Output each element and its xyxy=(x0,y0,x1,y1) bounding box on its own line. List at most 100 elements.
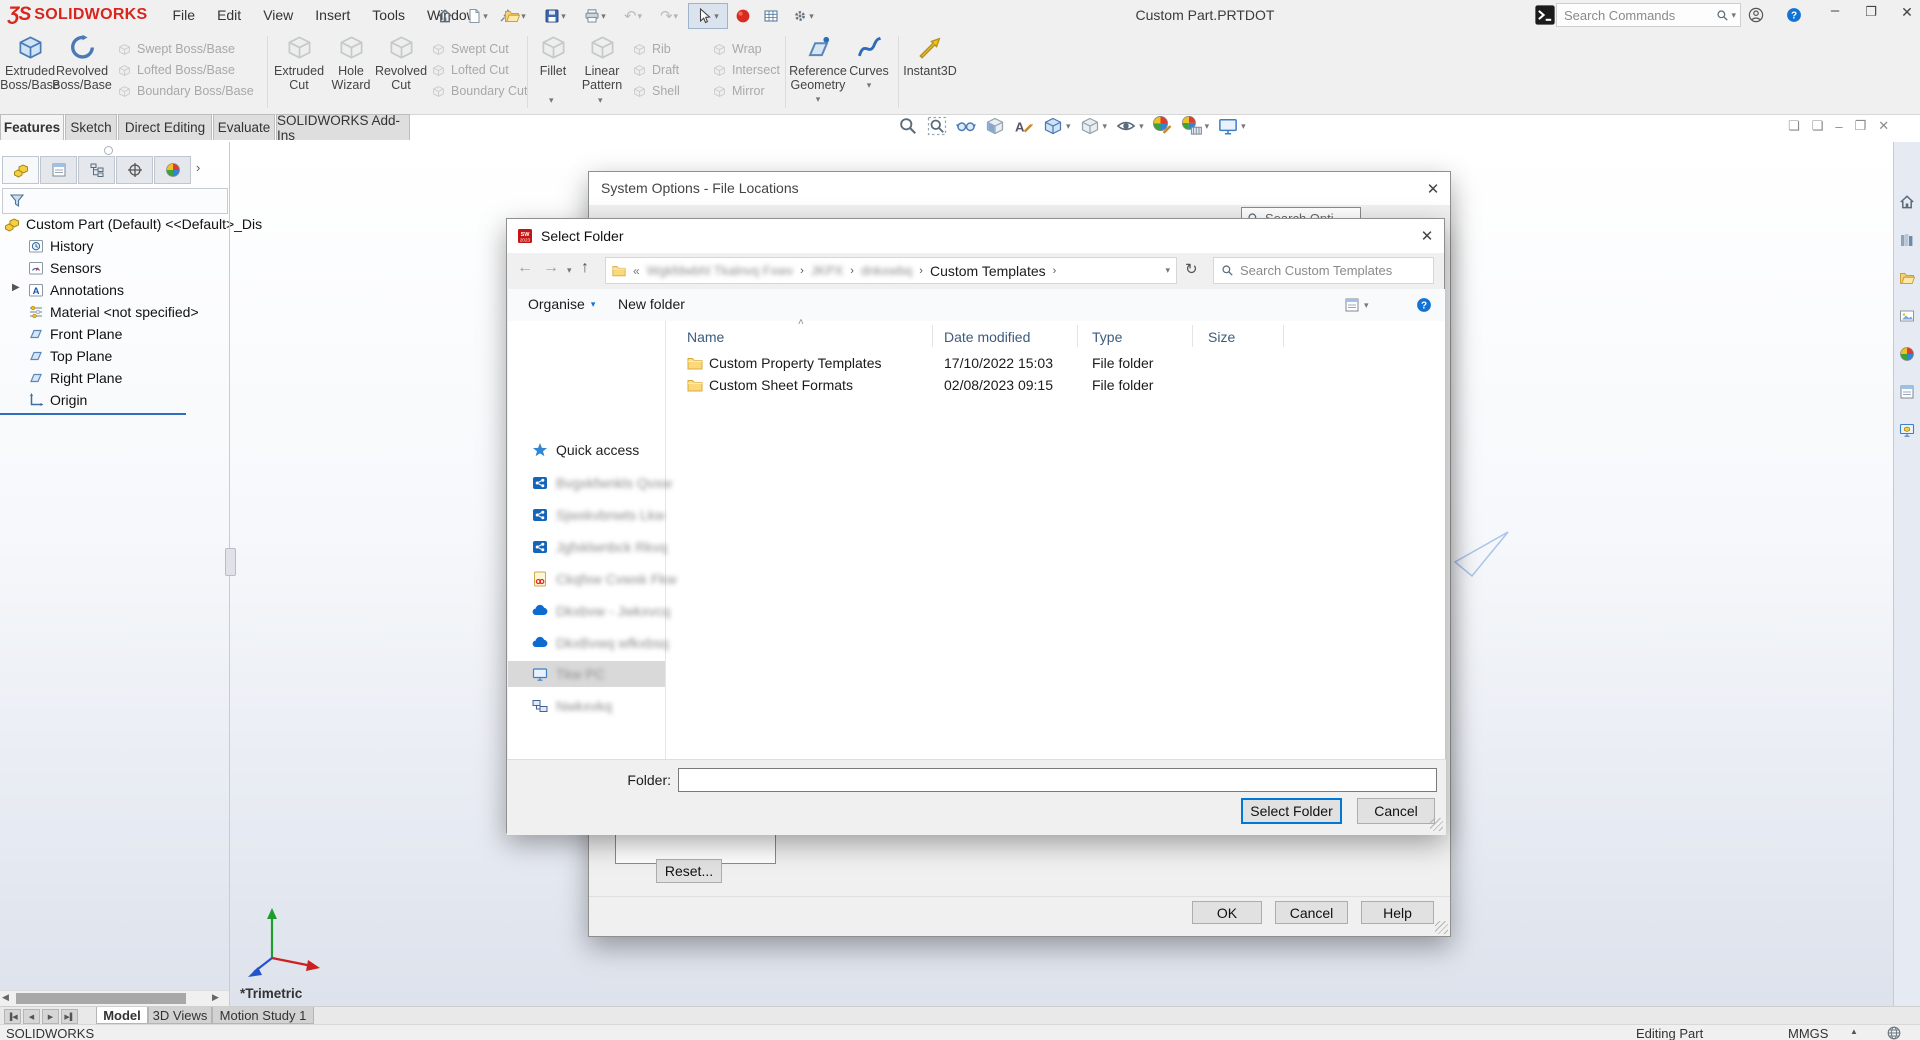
panel-tab-propertymanager[interactable] xyxy=(40,156,77,184)
appearances-icon[interactable] xyxy=(1899,346,1915,362)
close-window-button[interactable]: ✕ xyxy=(1894,4,1920,21)
menu-file[interactable]: File xyxy=(162,0,207,30)
new-document-button[interactable]: ▾ xyxy=(460,4,494,28)
nav-item-shared-3[interactable]: Jgfxklwnbck Rkvq xyxy=(508,534,665,560)
panel-tab-displaymanager[interactable] xyxy=(154,156,191,184)
print-button[interactable]: ▾ xyxy=(576,4,614,28)
tab-3d-views[interactable]: 3D Views xyxy=(148,1007,212,1024)
lofted-cut-button[interactable]: Lofted Cut xyxy=(432,61,509,79)
recent-locations-icon[interactable]: ▾ xyxy=(567,266,572,275)
tab-direct-editing[interactable]: Direct Editing xyxy=(118,114,212,140)
options-button[interactable]: ▾ xyxy=(786,4,820,28)
search-dropdown-icon[interactable]: ▾ xyxy=(1731,11,1736,20)
rib-button[interactable]: Rib xyxy=(633,40,671,58)
breadcrumb-segment[interactable]: dnkxwbq xyxy=(861,263,912,278)
tree-filter-bar[interactable] xyxy=(2,188,228,214)
resize-grip[interactable] xyxy=(1435,921,1448,934)
cancel-button[interactable]: Cancel xyxy=(1275,901,1348,924)
expand-arrow-icon[interactable]: ▶ xyxy=(12,282,20,293)
nav-item-shared-1[interactable]: Bvgxkfwnkls Qvxw xyxy=(508,470,665,496)
section-view-button[interactable] xyxy=(985,116,1005,136)
revolved-boss-button[interactable]: Revolved Boss/Base xyxy=(54,34,110,92)
status-units[interactable]: MMGS xyxy=(1788,1026,1828,1040)
address-bar[interactable]: « Wgkfdwbhl Tkalnvq Fxwv › JKPX › dnkxwb… xyxy=(605,257,1177,284)
pane-left-icon[interactable]: ❏ xyxy=(1788,118,1800,134)
tree-item-material[interactable]: Material <not specified> xyxy=(28,301,199,323)
reset-button[interactable]: Reset... xyxy=(656,859,722,883)
design-table-button[interactable] xyxy=(758,4,784,28)
shell-button[interactable]: Shell xyxy=(633,82,680,100)
search-commands-input[interactable]: Search Commands ▾ xyxy=(1556,3,1741,27)
back-icon[interactable]: ← xyxy=(517,259,533,277)
resize-grip[interactable] xyxy=(1430,818,1443,831)
scroll-right-icon[interactable]: ▶ xyxy=(212,992,219,1003)
nav-item-quick-access[interactable]: Quick access xyxy=(508,437,665,463)
fillet-flyout-icon[interactable]: ▾ xyxy=(549,96,554,105)
undo-button[interactable]: ↶▾ xyxy=(616,4,650,28)
save-button[interactable]: ▾ xyxy=(536,4,574,28)
ok-button[interactable]: OK xyxy=(1192,901,1262,924)
system-options-title-bar[interactable]: System Options - File Locations ✕ xyxy=(589,172,1450,205)
breadcrumb-segment[interactable]: JKPX xyxy=(811,263,844,278)
tab-features[interactable]: Features xyxy=(0,114,64,140)
view-orientation-button[interactable]: ▾ xyxy=(1043,116,1071,136)
tree-item-right-plane[interactable]: Right Plane xyxy=(28,367,122,389)
extruded-cut-button[interactable]: Extruded Cut xyxy=(274,34,324,92)
mirror-button[interactable]: Mirror xyxy=(713,82,765,100)
draft-button[interactable]: Draft xyxy=(633,61,679,79)
help-button[interactable]: Help xyxy=(1361,901,1434,924)
panel-tab-overflow-icon[interactable]: › xyxy=(196,160,200,175)
up-icon[interactable]: ↑ xyxy=(581,259,589,277)
menu-edit[interactable]: Edit xyxy=(206,0,252,30)
new-folder-button[interactable]: New folder xyxy=(618,296,685,312)
forward-icon[interactable]: → xyxy=(543,259,559,277)
previous-view-button[interactable] xyxy=(956,116,976,136)
menu-view[interactable]: View xyxy=(252,0,304,30)
wrap-button[interactable]: Wrap xyxy=(713,40,762,58)
globe-icon[interactable] xyxy=(1886,1025,1902,1040)
nav-item-this-pc[interactable]: Tkw PC xyxy=(508,661,665,687)
doc-minimize-button[interactable]: – xyxy=(1835,119,1842,134)
folder-name-input[interactable] xyxy=(678,768,1437,792)
linear-pattern-flyout-icon[interactable]: ▾ xyxy=(598,96,603,105)
breadcrumb-segment[interactable]: Wgkfdwbhl Tkalnvq Fxwv xyxy=(647,263,793,278)
boundary-cut-button[interactable]: Boundary Cut xyxy=(432,82,527,100)
3dexperience-button[interactable] xyxy=(730,4,756,28)
view-palette-icon[interactable] xyxy=(1899,308,1915,324)
select-cursor-button[interactable]: ▾ xyxy=(688,3,728,29)
forum-icon[interactable] xyxy=(1899,422,1915,438)
doc-restore-button[interactable]: ❐ xyxy=(1855,118,1867,134)
swept-cut-button[interactable]: Swept Cut xyxy=(432,40,509,58)
tree-item-top-plane[interactable]: Top Plane xyxy=(28,345,112,367)
edit-appearance-button[interactable] xyxy=(1153,116,1173,136)
rollback-bar[interactable] xyxy=(0,413,186,415)
hide-show-items-button[interactable]: ▾ xyxy=(1116,116,1144,136)
fillet-button[interactable]: Fillet xyxy=(531,34,575,78)
view-mode-button[interactable]: ▾ xyxy=(1344,297,1369,313)
nav-item-shared-2[interactable]: Sjwxkvbnwts Lkw xyxy=(508,502,665,528)
select-folder-button[interactable]: Select Folder xyxy=(1241,798,1342,824)
select-folder-title-bar[interactable]: Select Folder ✕ xyxy=(507,219,1444,253)
sketch-visibility-button[interactable] xyxy=(1014,116,1034,136)
apply-scene-button[interactable]: ▾ xyxy=(1182,116,1210,136)
redo-button[interactable]: ↷▾ xyxy=(652,4,686,28)
boundary-boss-button[interactable]: Boundary Boss/Base xyxy=(118,82,254,100)
close-icon[interactable]: ✕ xyxy=(1416,172,1450,205)
units-dropdown-icon[interactable]: ▲ xyxy=(1850,1027,1858,1036)
linear-pattern-button[interactable]: Linear Pattern xyxy=(575,34,629,92)
instant3d-button[interactable]: Instant3D xyxy=(902,34,958,78)
help-button[interactable] xyxy=(1786,7,1802,23)
tree-item-annotations[interactable]: Annotations xyxy=(28,279,124,301)
panel-tab-dimxpertmanager[interactable] xyxy=(116,156,153,184)
panel-splitter-handle[interactable] xyxy=(225,548,236,576)
lofted-boss-button[interactable]: Lofted Boss/Base xyxy=(118,61,235,79)
nav-item-network[interactable]: Nwkxvkq xyxy=(508,693,665,719)
file-explorer-icon[interactable] xyxy=(1899,270,1915,286)
zoom-area-button[interactable] xyxy=(927,116,947,136)
design-library-icon[interactable] xyxy=(1899,232,1915,248)
panel-tab-configurationmanager[interactable] xyxy=(78,156,115,184)
menu-insert[interactable]: Insert xyxy=(304,0,361,30)
tree-item-front-plane[interactable]: Front Plane xyxy=(28,323,122,345)
tab-solidworks-addins[interactable]: SOLIDWORKS Add-Ins xyxy=(276,114,410,140)
view-settings-button[interactable]: ▾ xyxy=(1218,116,1246,136)
